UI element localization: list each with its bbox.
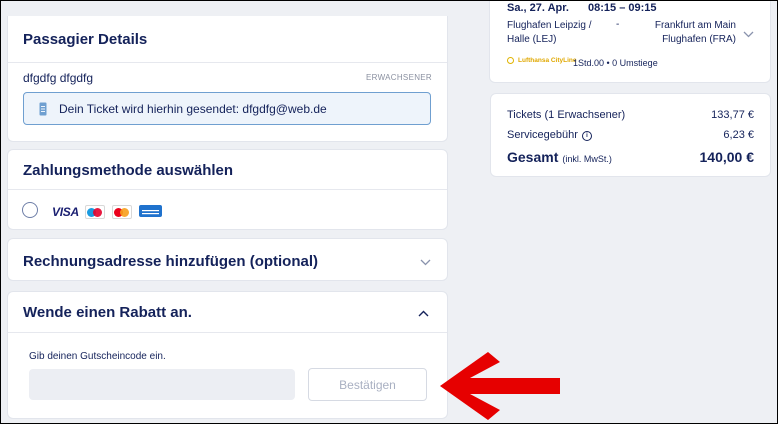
tickets-row: Tickets (1 Erwachsener) 133,77 €	[507, 109, 754, 121]
tickets-amount: 133,77 €	[711, 109, 754, 121]
billing-address-title: Rechnungsadresse hinzufügen (optional)	[23, 253, 319, 270]
payment-method-title: Zahlungsmethode auswählen	[23, 162, 234, 179]
divider	[8, 332, 447, 333]
visa-icon: VISA	[52, 205, 79, 219]
service-fee-row: Servicegebühr i 6,23 €	[507, 129, 754, 141]
airline-name: Lufthansa CityLine	[518, 57, 577, 64]
divider	[8, 62, 447, 63]
coupon-input[interactable]	[29, 369, 295, 400]
payment-method-card: Zahlungsmethode auswählen VISA	[7, 149, 448, 230]
coupon-label: Gib deinen Gutscheincode ein.	[29, 351, 166, 362]
airline-logo: Lufthansa CityLine	[507, 57, 577, 64]
billing-address-card[interactable]: Rechnungsadresse hinzufügen (optional)	[7, 238, 448, 281]
divider	[8, 189, 447, 190]
route-separator: -	[616, 19, 620, 30]
info-icon[interactable]: i	[581, 131, 592, 141]
arrival-airport: Frankfurt am Main Flughafen (FRA)	[654, 20, 736, 45]
chevron-up-icon[interactable]	[418, 304, 429, 322]
airline-icon	[507, 57, 514, 64]
price-summary-card: Tickets (1 Erwachsener) 133,77 € Service…	[490, 93, 771, 177]
departure-airport: Flughafen Leipzig / Halle (LEJ)	[507, 20, 592, 45]
passenger-name: dfgdfg dfgdfg	[23, 71, 94, 85]
passenger-details-card: Passagier Details dfgdfg dfgdfg ERWACHSE…	[7, 16, 448, 142]
passenger-details-title: Passagier Details	[23, 31, 148, 48]
total-amount: 140,00 €	[699, 149, 755, 165]
payment-card-radio[interactable]	[22, 202, 38, 218]
chevron-down-icon[interactable]	[420, 253, 431, 271]
total-incl-vat: (inkl. MwSt.)	[562, 154, 612, 164]
flight-times: 08:15 – 09:15	[588, 2, 657, 14]
mastercard-icon	[112, 205, 132, 219]
service-fee-label: Servicegebühr	[507, 129, 578, 141]
total-row: Gesamt (inkl. MwSt.) 140,00 €	[507, 149, 754, 165]
discount-title: Wende einen Rabatt an.	[23, 304, 192, 321]
confirm-coupon-button[interactable]: Bestätigen	[308, 368, 427, 401]
ticket-delivery-notice: Dein Ticket wird hierhin gesendet: dfgdf…	[23, 92, 431, 125]
ticket-delivery-text: Dein Ticket wird hierhin gesendet: dfgdf…	[59, 101, 327, 116]
total-label: Gesamt	[507, 149, 559, 165]
flight-duration: 1Std.00 • 0 Umstiege	[573, 58, 658, 68]
flight-summary-card: Sa., 27. Apr. 08:15 – 09:15 Flughafen Le…	[489, 0, 771, 83]
discount-card: Wende einen Rabatt an. Gib deinen Gutsch…	[7, 291, 448, 419]
tickets-count: (1 Erwachsener)	[544, 109, 626, 121]
maestro-icon	[85, 205, 105, 219]
tickets-label: Tickets	[507, 109, 542, 121]
passenger-type: ERWACHSENER	[366, 73, 432, 82]
flight-date: Sa., 27. Apr.	[507, 2, 569, 14]
ticket-icon	[37, 101, 49, 117]
service-fee-amount: 6,23 €	[723, 129, 754, 141]
red-arrow-icon	[440, 352, 560, 420]
chevron-down-icon[interactable]	[743, 25, 754, 43]
amex-icon	[139, 205, 162, 217]
